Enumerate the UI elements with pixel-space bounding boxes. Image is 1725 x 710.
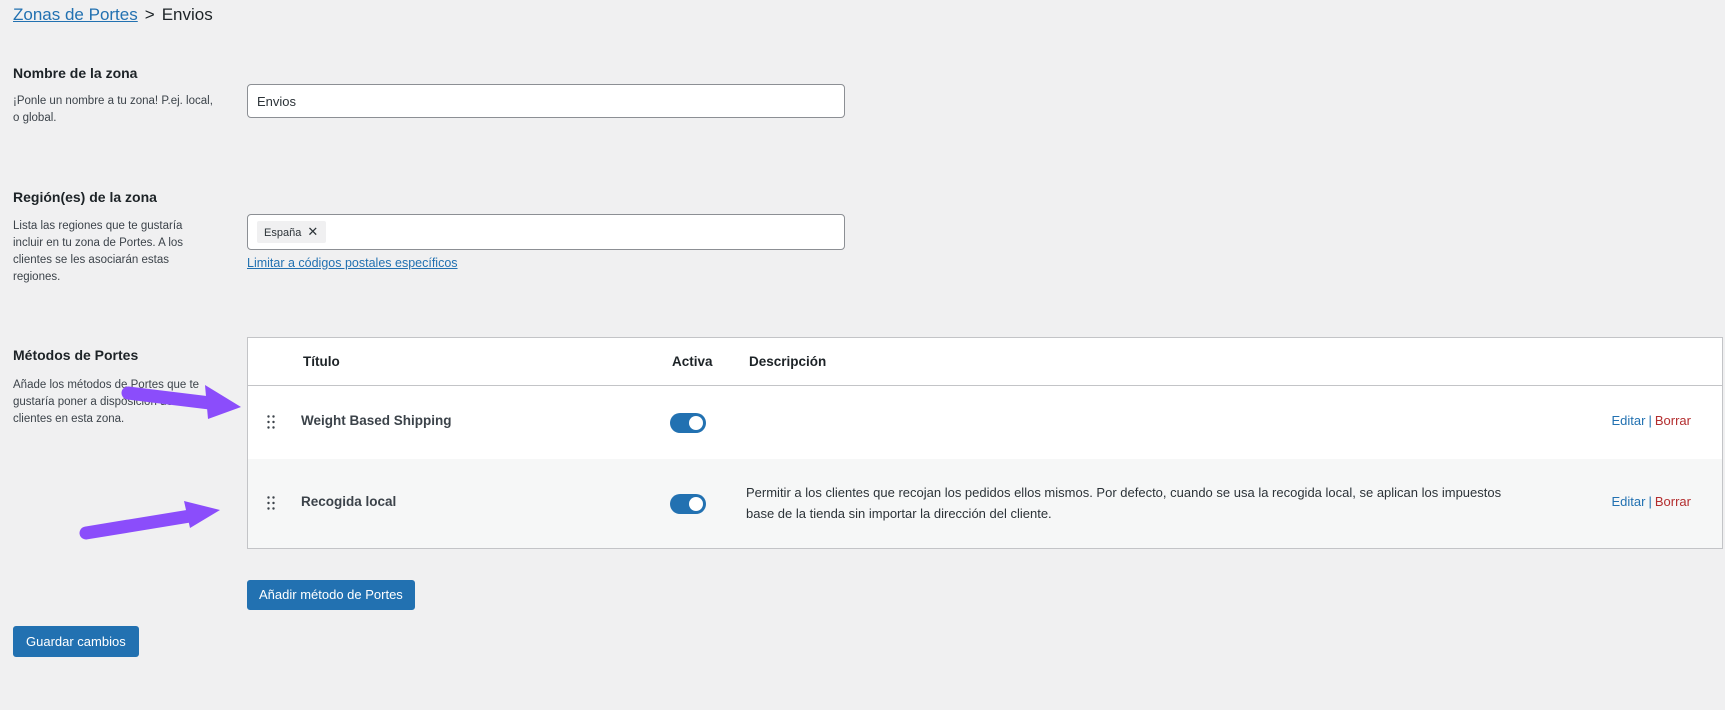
zone-regions-description: Lista las regiones que te gustaría inclu… <box>13 220 184 283</box>
method-actions: Editar | Borrar <box>1612 494 1691 509</box>
limit-postcodes-link[interactable]: Limitar a códigos postales específicos <box>247 256 458 270</box>
toggle-knob <box>689 416 703 430</box>
method-title: Weight Based Shipping <box>301 413 452 428</box>
region-chip-spain: España ✕ <box>257 221 327 243</box>
toggle-knob <box>689 497 703 511</box>
method-actions: Editar | Borrar <box>1612 413 1691 428</box>
save-changes-button[interactable]: Guardar cambios <box>13 626 139 657</box>
table-row: Recogida local Permitir a los clientes q… <box>248 459 1722 548</box>
remove-region-icon[interactable]: ✕ <box>307 224 318 239</box>
table-header: Título Activa Descripción <box>248 338 1722 386</box>
drag-handle-icon[interactable] <box>267 496 275 510</box>
annotation-arrow-icon <box>79 501 220 540</box>
method-description: Permitir a los clientes que recojan los … <box>746 485 1502 521</box>
actions-separator: | <box>1648 494 1652 509</box>
add-shipping-method-button[interactable]: Añadir método de Portes <box>247 580 415 610</box>
delete-method-link[interactable]: Borrar <box>1655 494 1691 509</box>
breadcrumb-current: Envios <box>161 5 213 24</box>
zone-regions-title: Región(es) de la zona <box>13 189 157 205</box>
shipping-methods-title: Métodos de Portes <box>13 347 139 363</box>
method-enabled-toggle[interactable] <box>670 494 706 514</box>
table-row: Weight Based Shipping Editar | Borrar <box>248 386 1722 459</box>
method-enabled-toggle[interactable] <box>670 413 706 433</box>
breadcrumb-shipping-zones-link[interactable]: Zonas de Portes <box>13 5 138 24</box>
column-description-header: Descripción <box>749 354 827 369</box>
zone-regions-select[interactable]: España ✕ <box>247 214 845 250</box>
shipping-methods-table: Título Activa Descripción Weight Based S… <box>247 337 1723 549</box>
method-title: Recogida local <box>301 494 397 509</box>
zone-name-title: Nombre de la zona <box>13 65 138 81</box>
column-title-header: Título <box>303 354 340 369</box>
drag-handle-icon[interactable] <box>267 415 275 429</box>
breadcrumb-separator: > <box>144 5 155 24</box>
zone-name-description: ¡Ponle un nombre a tu zona! P.ej. local,… <box>13 95 213 124</box>
breadcrumb: Zonas de Portes > Envios <box>13 4 213 26</box>
region-chip-label: España <box>264 227 302 239</box>
zone-name-input[interactable] <box>247 84 845 118</box>
column-enabled-header: Activa <box>672 354 713 369</box>
delete-method-link[interactable]: Borrar <box>1655 413 1691 428</box>
edit-method-link[interactable]: Editar <box>1612 494 1646 509</box>
edit-method-link[interactable]: Editar <box>1612 413 1646 428</box>
shipping-methods-description: Añade los métodos de Portes que te gusta… <box>13 379 200 425</box>
actions-separator: | <box>1648 413 1652 428</box>
